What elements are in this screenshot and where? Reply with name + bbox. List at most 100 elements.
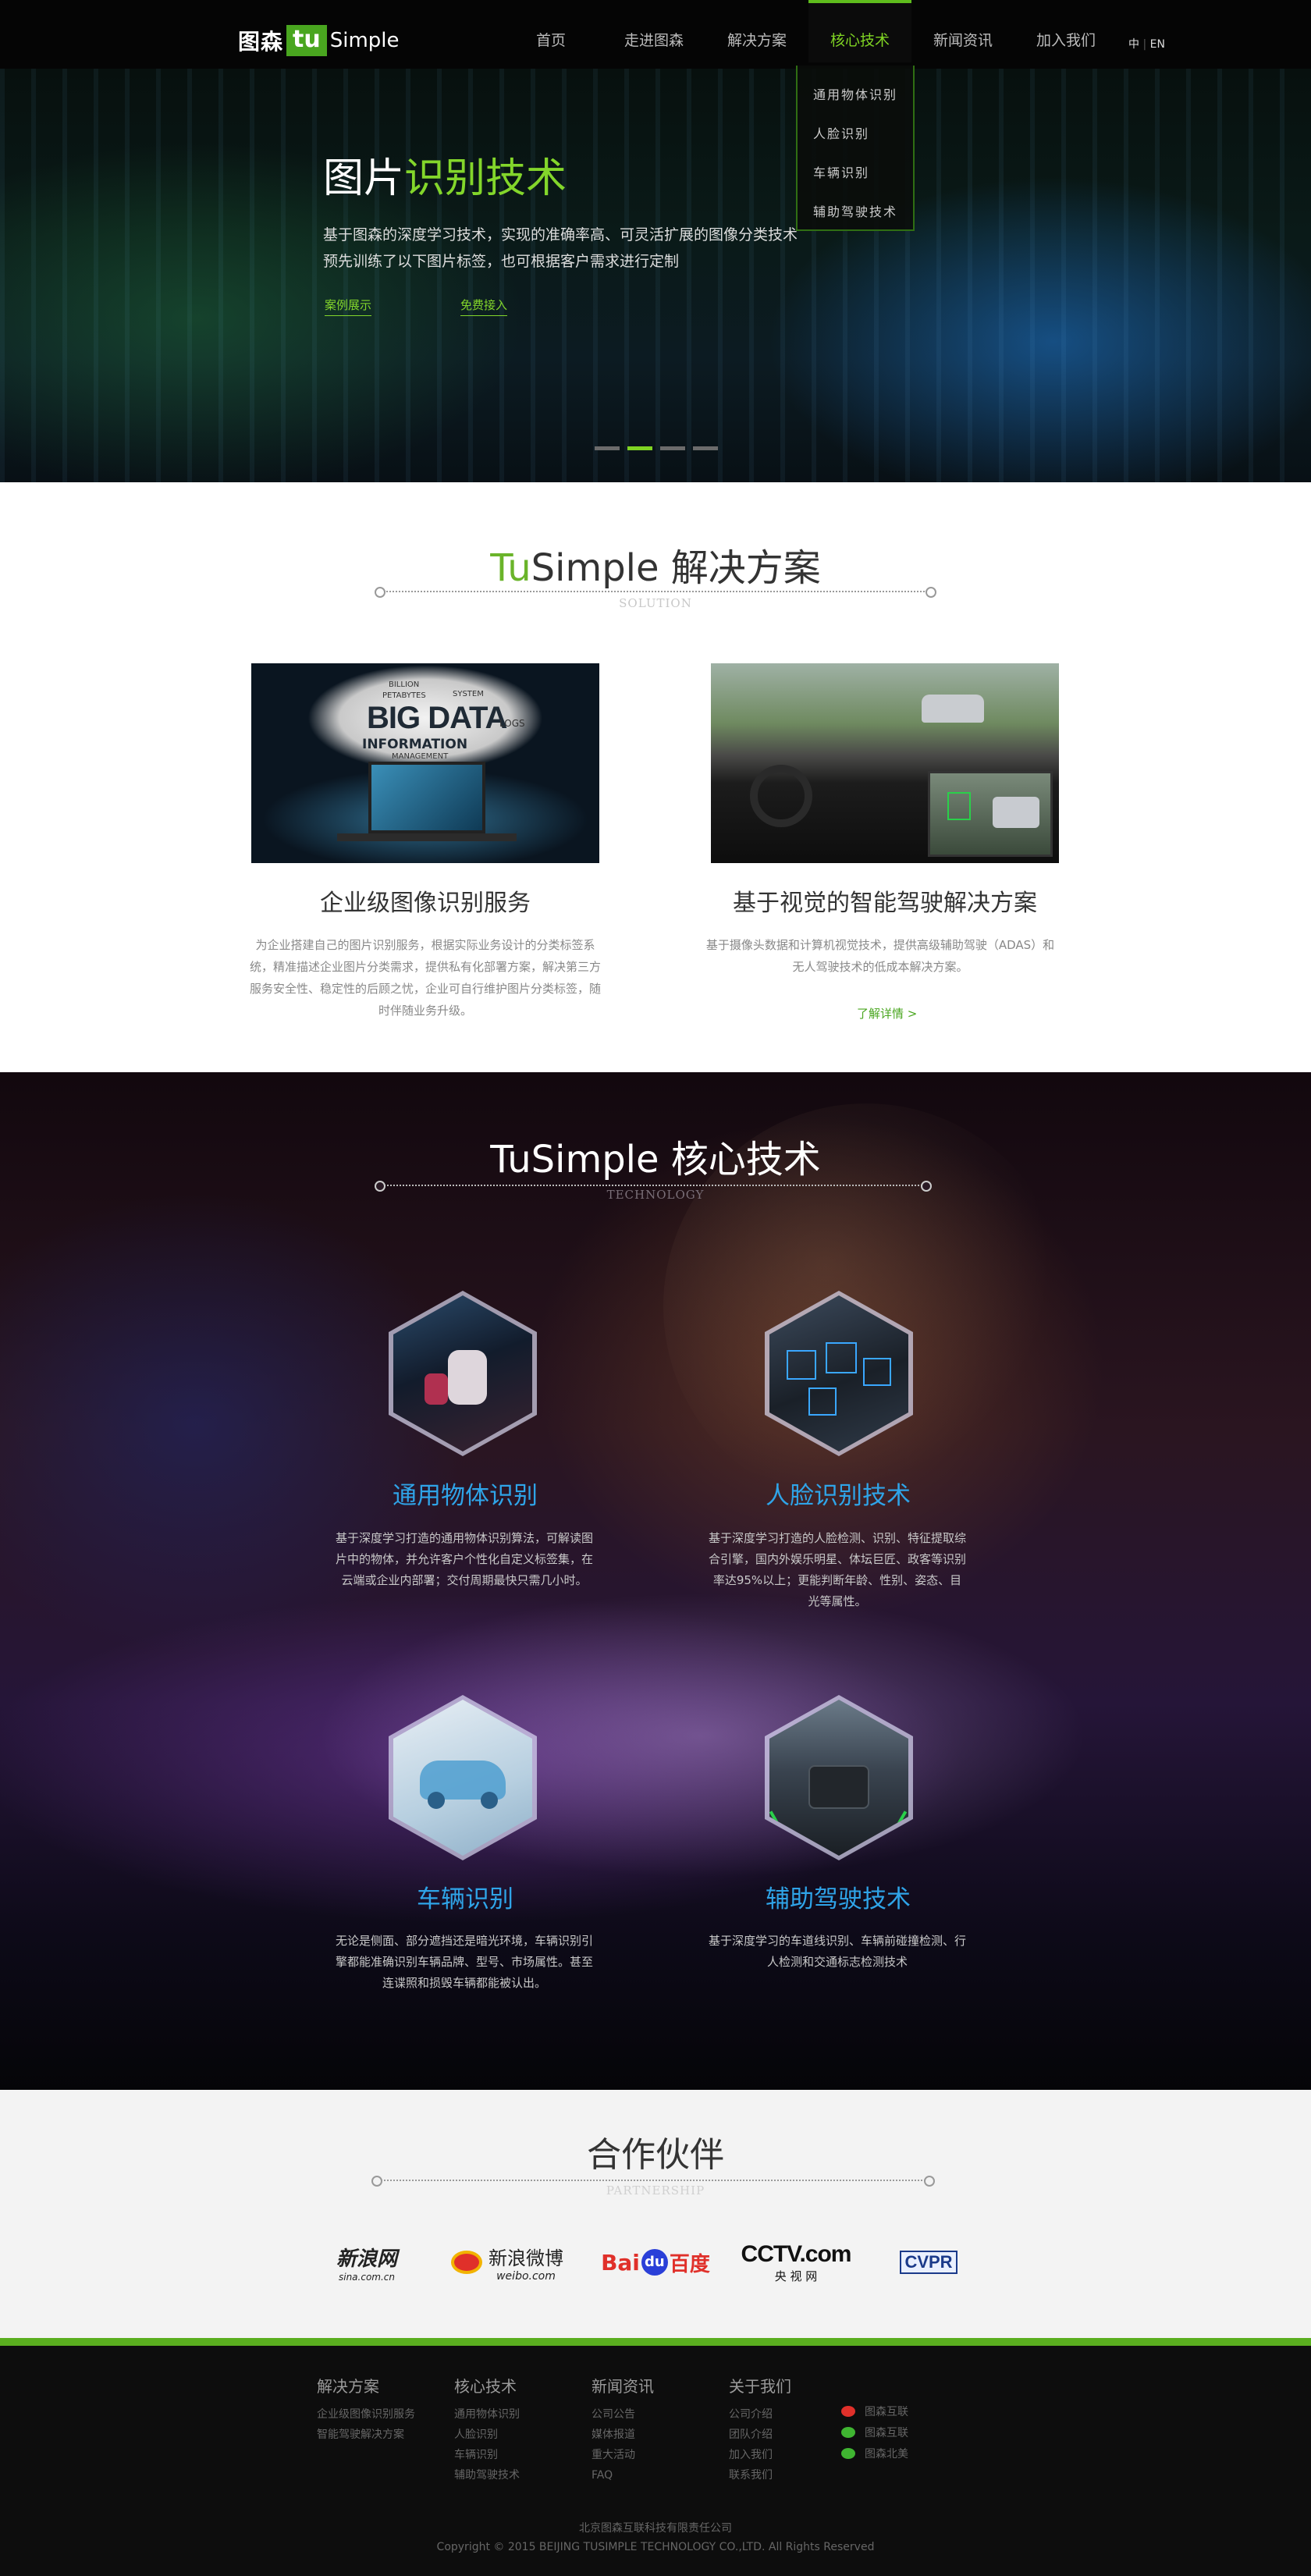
footer-link[interactable]: 加入我们 [729,2445,791,2465]
footer-link[interactable]: 公司介绍 [729,2404,791,2425]
adas-pedestrian-box [947,792,971,820]
hero-title: 图片识别技术 [323,145,567,204]
tech-face-text: 基于深度学习打造的人脸检测、识别、特征提取综合引擎，国内外娱乐明星、体坛巨匠、政… [709,1531,967,1608]
solution-card1-caption: 企业级图像识别服务 [320,890,531,917]
big-data-word-information: INFORMATION [362,737,468,752]
footer-link[interactable]: 通用物体识别 [454,2404,520,2425]
adas-screen [928,771,1053,857]
partners-heading: 合作伙伴 PARTNERSHIP [0,2132,1311,2198]
nav-news[interactable]: 新闻资讯 [911,0,1014,62]
company-name: 北京图森互联科技有限责任公司 [579,2522,732,2535]
nav-join-us[interactable]: 加入我们 [1014,0,1117,62]
partners-divider [371,2176,935,2187]
weibo-logo-text: 新浪微博 [489,2247,563,2269]
footer-link[interactable]: FAQ [592,2465,654,2485]
weibo-logo[interactable]: 新浪微博 weibo.com [437,2235,577,2290]
tech-driving-title: 辅助驾驶技术 [766,1885,911,1913]
car-ahead-shape [922,695,984,723]
footer-col-title: 核心技术 [454,2377,517,2396]
weibo-eye-icon [451,2251,482,2274]
footer-link[interactable]: 辅助驾驶技术 [454,2465,520,2485]
sina-logo-text: 新浪网 [336,2247,397,2270]
lang-cn[interactable]: 中 [1128,38,1139,51]
nav-solutions[interactable]: 解决方案 [705,0,808,62]
footer-link[interactable]: 联系我们 [729,2465,791,2485]
footer-link[interactable]: 智能驾驶解决方案 [317,2425,415,2445]
footer-link[interactable]: 企业级图像识别服务 [317,2404,415,2425]
footer-link[interactable]: 重大活动 [592,2445,654,2465]
face-box-4 [808,1387,837,1416]
solution-subtitle: SOLUTION [619,596,692,610]
big-data-word-management: MANAGEMENT [392,752,449,761]
lang-separator: | [1139,38,1150,51]
footer-col-news: 新闻资讯 公司公告 媒体报道 重大活动 FAQ [592,2374,654,2485]
cctv-logo[interactable]: CCTV.com 央 视 网 [737,2235,854,2290]
carousel-dot-1[interactable] [595,446,620,450]
dropdown-item-driver-assist[interactable]: 辅助驾驶技术 [798,197,913,236]
nav-home[interactable]: 首页 [499,0,602,62]
site-header: 图森 tu Simple 首页 走进图森 解决方案 核心技术 新闻资讯 加入我们… [0,0,1311,69]
weibo-icon [841,2405,855,2417]
xray-car-wheel-front [428,1792,445,1809]
tech-face-title: 人脸识别技术 [766,1482,911,1510]
footer-col-about: 关于我们 公司介绍 团队介绍 加入我们 联系我们 [729,2374,791,2485]
big-data-label: BIG DATA [367,701,507,735]
footer-col-title: 新闻资讯 [592,2377,654,2396]
solution-heading: TuSimple 解决方案 SOLUTION [0,545,1311,610]
partner-logos: 新浪网 sina.com.cn 新浪微博 weibo.com Bai du 百度… [316,2235,995,2290]
technology-section: TuSimple 核心技术 TECHNOLOGY 通用物体识别 人脸识别技术 基… [0,1072,1311,2090]
wechat-icon [841,2447,855,2459]
nav-core-tech[interactable]: 核心技术 [808,0,911,62]
weibo-logo-textgroup: 新浪微博 weibo.com [489,2243,563,2283]
laptop-base [337,833,517,841]
hero-cases-link[interactable]: 案例展示 [325,297,372,316]
social-weibo-link[interactable]: 图森互联 [841,2400,908,2421]
logo-chinese: 图森 [238,29,284,55]
technology-heading: TuSimple 核心技术 TECHNOLOGY [0,1136,1311,1202]
solution-card2-caption: 基于视觉的智能驾驶解决方案 [733,890,1037,917]
solution-section: TuSimple 解决方案 SOLUTION BIG DATA BILLION … [0,482,1311,1072]
technology-title: TuSimple 核心技术 [490,1138,821,1181]
face-box-3 [863,1358,891,1386]
laptop-screen [368,762,485,833]
baidu-logo-bai: Bai [601,2249,640,2276]
technology-subtitle: TECHNOLOGY [606,1188,705,1202]
solution-card2-text: 基于摄像头数据和计算机视觉技术，提供高级辅助驾驶（ADAS）和无人驾驶技术的低成… [705,938,1055,974]
hero-title-white: 图片 [323,155,405,202]
footer-link[interactable]: 公司公告 [592,2404,654,2425]
lang-en[interactable]: EN [1150,38,1165,51]
xray-car-wheel-rear [481,1792,498,1809]
footer-col-title: 关于我们 [729,2377,791,2396]
footer-link[interactable]: 团队介绍 [729,2425,791,2445]
footer-link[interactable]: 媒体报道 [592,2425,654,2445]
hero-desc-line2: 预先训练了以下图片标签，也可根据客户需求进行定制 [323,253,680,270]
driving-dashboard-image [711,663,1059,863]
hero-trial-link[interactable]: 免费接入 [460,297,508,316]
solution-title: TuSimple 解决方案 [0,545,1311,592]
social-label: 图森北美 [865,2447,908,2461]
solution-divider [375,587,936,598]
dropdown-item-object-recognition[interactable]: 通用物体识别 [798,80,913,119]
dropdown-item-face-recognition[interactable]: 人脸识别 [798,119,913,158]
solution-learn-more-link[interactable]: 了解详情 > [857,1005,917,1022]
nav-about[interactable]: 走进图森 [602,0,705,62]
hero-description: 基于图森的深度学习技术，实现的准确率高、可灵活扩展的图像分类技术 预先训练了以下… [323,222,869,275]
carousel-dot-3[interactable] [660,446,685,450]
social-label: 图森互联 [865,2405,908,2418]
footer-col-title: 解决方案 [317,2377,379,2396]
road-car-rear [808,1765,869,1809]
social-wechat-na-link[interactable]: 图森北美 [841,2443,908,2464]
baidu-logo[interactable]: Bai du 百度 [597,2235,714,2290]
solution-title-tu: Tu [490,546,531,590]
copyright-text: Copyright © 2015 BEIJING TUSIMPLE TECHNO… [436,2541,875,2553]
footer-col-core-tech: 核心技术 通用物体识别 人脸识别 车辆识别 辅助驾驶技术 [454,2374,520,2485]
site-logo[interactable]: 图森 tu Simple [238,25,400,56]
sina-logo[interactable]: 新浪网 sina.com.cn [316,2235,417,2290]
cvpr-logo[interactable]: CVPR [894,2235,964,2290]
social-wechat-link[interactable]: 图森互联 [841,2421,908,2443]
carousel-dot-4[interactable] [693,446,718,450]
footer-link[interactable]: 车辆识别 [454,2445,520,2465]
carousel-dot-2[interactable] [627,446,652,450]
dropdown-item-vehicle-recognition[interactable]: 车辆识别 [798,158,913,197]
footer-link[interactable]: 人脸识别 [454,2425,520,2445]
